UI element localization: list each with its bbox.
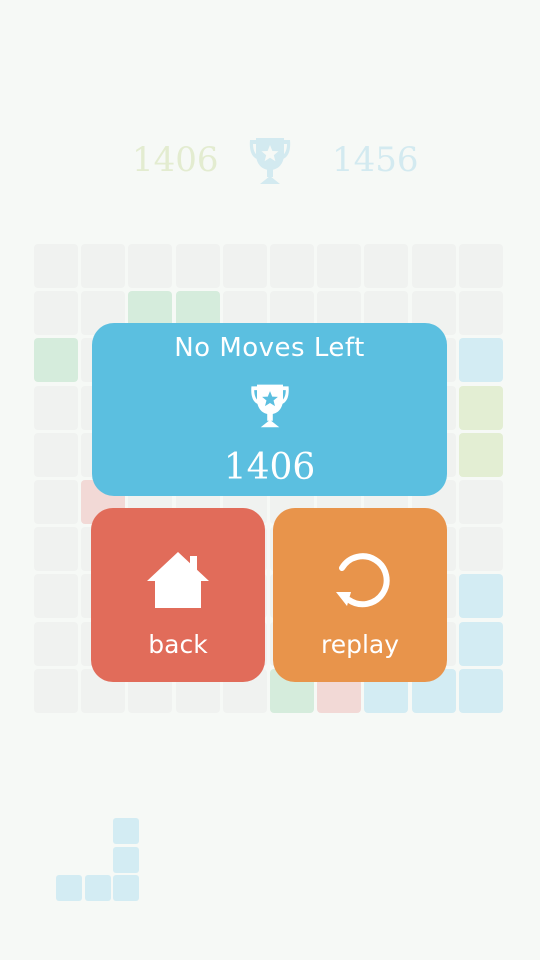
board-tile-filled[interactable] [458,574,503,619]
next-piece-block[interactable] [84,875,111,901]
result-panel: No Moves Left 1406 [92,323,447,496]
board-tile-filled[interactable] [458,668,503,713]
trophy-icon [251,384,289,428]
board-tile-filled[interactable] [458,621,503,666]
board-cell-empty[interactable] [458,291,503,336]
board-cell-empty[interactable] [222,244,267,288]
board-cell-empty[interactable] [34,291,78,336]
score-hud: 1406 1456 [0,130,540,200]
board-cell-empty[interactable] [128,244,173,288]
best-score: 1456 [332,140,419,180]
board-cell-empty[interactable] [458,480,503,524]
next-piece-block[interactable] [56,875,82,901]
board-cell-empty[interactable] [458,244,503,288]
board-cell-empty[interactable] [270,244,314,288]
board-cell-empty[interactable] [175,244,220,288]
board-cell-empty[interactable] [81,244,126,288]
board-cell-empty[interactable] [364,244,409,288]
next-piece-tray[interactable] [56,818,142,904]
board-cell-empty[interactable] [317,244,362,288]
back-button[interactable]: back [91,508,265,682]
board-tile-filled[interactable] [458,385,503,430]
back-label: back [148,630,208,659]
board-cell-empty[interactable] [34,385,78,430]
home-icon [147,552,209,608]
board-cell-empty[interactable] [34,432,78,477]
board-cell-empty[interactable] [458,527,503,572]
board-cell-empty[interactable] [34,621,78,666]
next-piece-block[interactable] [113,846,139,873]
board-cell-empty[interactable] [34,244,78,288]
replay-icon [336,553,390,608]
board-cell-empty[interactable] [34,668,78,713]
replay-button[interactable]: replay [273,508,447,682]
board-tile-filled[interactable] [458,338,503,383]
board-cell-empty[interactable] [411,244,456,288]
result-title: No Moves Left [174,333,365,363]
board-tile-filled[interactable] [458,432,503,477]
board-cell-empty[interactable] [34,480,78,524]
replay-label: replay [320,630,400,659]
board-tile-filled[interactable] [34,338,78,383]
next-piece-block[interactable] [113,818,139,844]
next-piece-block[interactable] [113,875,139,901]
board-cell-empty[interactable] [34,527,78,572]
final-score: 1406 [223,447,316,488]
board-cell-empty[interactable] [34,574,78,619]
trophy-icon [249,138,291,184]
current-score: 1406 [132,140,219,180]
